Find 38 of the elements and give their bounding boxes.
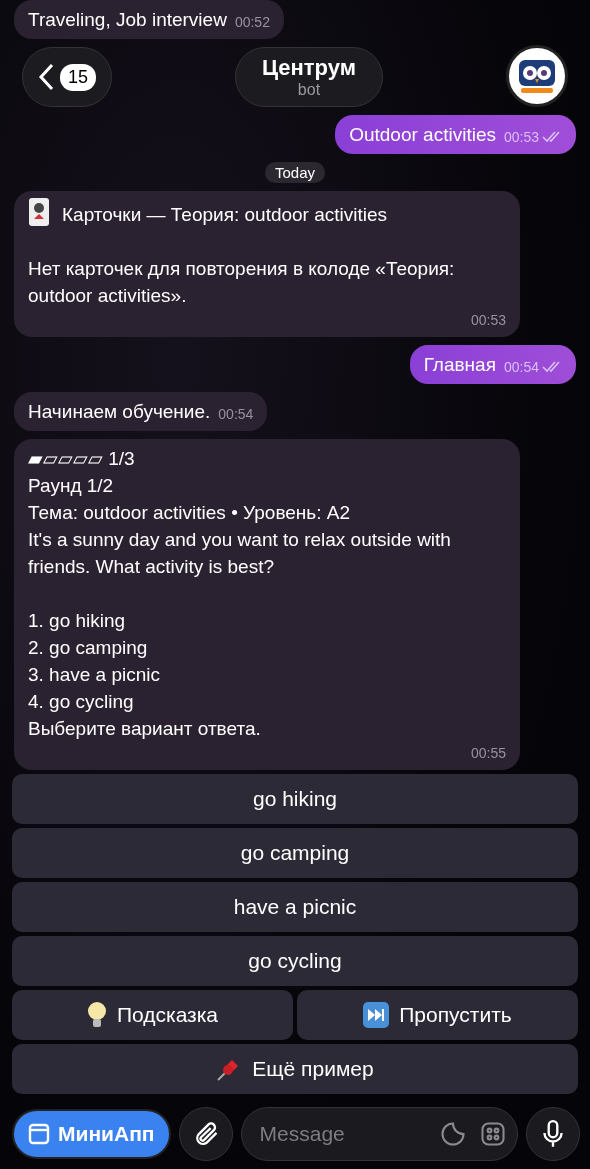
reply-keyboard-button[interactable]: Подсказка — [12, 990, 293, 1040]
message-time: 00:54 — [218, 404, 254, 424]
reply-keyboard-button[interactable]: go cycling — [12, 936, 578, 986]
message-time: 00:53 — [470, 310, 506, 330]
message-text: ▰▱▱▱▱ 1/3 Раунд 1/2 Тема: outdoor activities • Уровень: A2 It's a sunny day and you want to relax outside with friends. What activity is best? 1. go hiking 2. go camping 3. have a picnic 4. go cycling Выберите вариант ответа. — [28, 447, 452, 741]
message-time: 00:52 — [234, 12, 270, 32]
back-button[interactable]: 15 — [22, 47, 112, 107]
message-text: Outdoor activities — [349, 123, 496, 147]
message-text: Главная — [423, 353, 496, 377]
reply-keyboard-button[interactable]: have a picnic — [12, 882, 578, 932]
attach-button[interactable] — [178, 1107, 233, 1161]
sticker-icon[interactable] — [439, 1120, 467, 1148]
message-field[interactable]: Message — [257, 1121, 427, 1147]
fast-forward-icon — [363, 1002, 390, 1028]
back-chevron-icon — [38, 63, 54, 91]
date-label: Today — [265, 162, 325, 183]
chat-name: Центрум — [262, 55, 356, 81]
mini-app-button[interactable]: МиниАпп — [12, 1109, 171, 1159]
message-time: 00:55 — [470, 743, 506, 763]
chat-subtitle: bot — [297, 81, 321, 99]
microphone-icon — [540, 1119, 566, 1149]
light-bulb-icon — [86, 1001, 107, 1029]
reply-keyboard-button[interactable]: go camping — [12, 828, 578, 878]
message-text: Traveling, Job interview — [28, 8, 227, 32]
unread-count: 15 — [60, 63, 96, 91]
message-text: Начинаем обучение. — [28, 400, 211, 424]
message-text: Карточки — Теория: outdoor activities Нет карточек для повторения в колоде «Теория: outdoor activities». — [28, 197, 506, 309]
chat-title[interactable]: Центрум bot — [235, 47, 383, 107]
reply-keyboard-button[interactable]: Пропустить — [297, 990, 578, 1040]
window-icon — [28, 1123, 50, 1145]
reply-keyboard-button[interactable]: Ещё пример — [12, 1044, 578, 1094]
playing-card-icon — [28, 197, 50, 227]
message-time: 00:54 — [503, 357, 539, 377]
message-bar[interactable]: Message — [240, 1107, 518, 1161]
reply-keyboard-button[interactable]: go hiking — [12, 774, 578, 824]
message-time: 00:53 — [503, 127, 539, 147]
voice-button[interactable] — [526, 1107, 580, 1161]
dice-icon[interactable] — [479, 1120, 507, 1148]
